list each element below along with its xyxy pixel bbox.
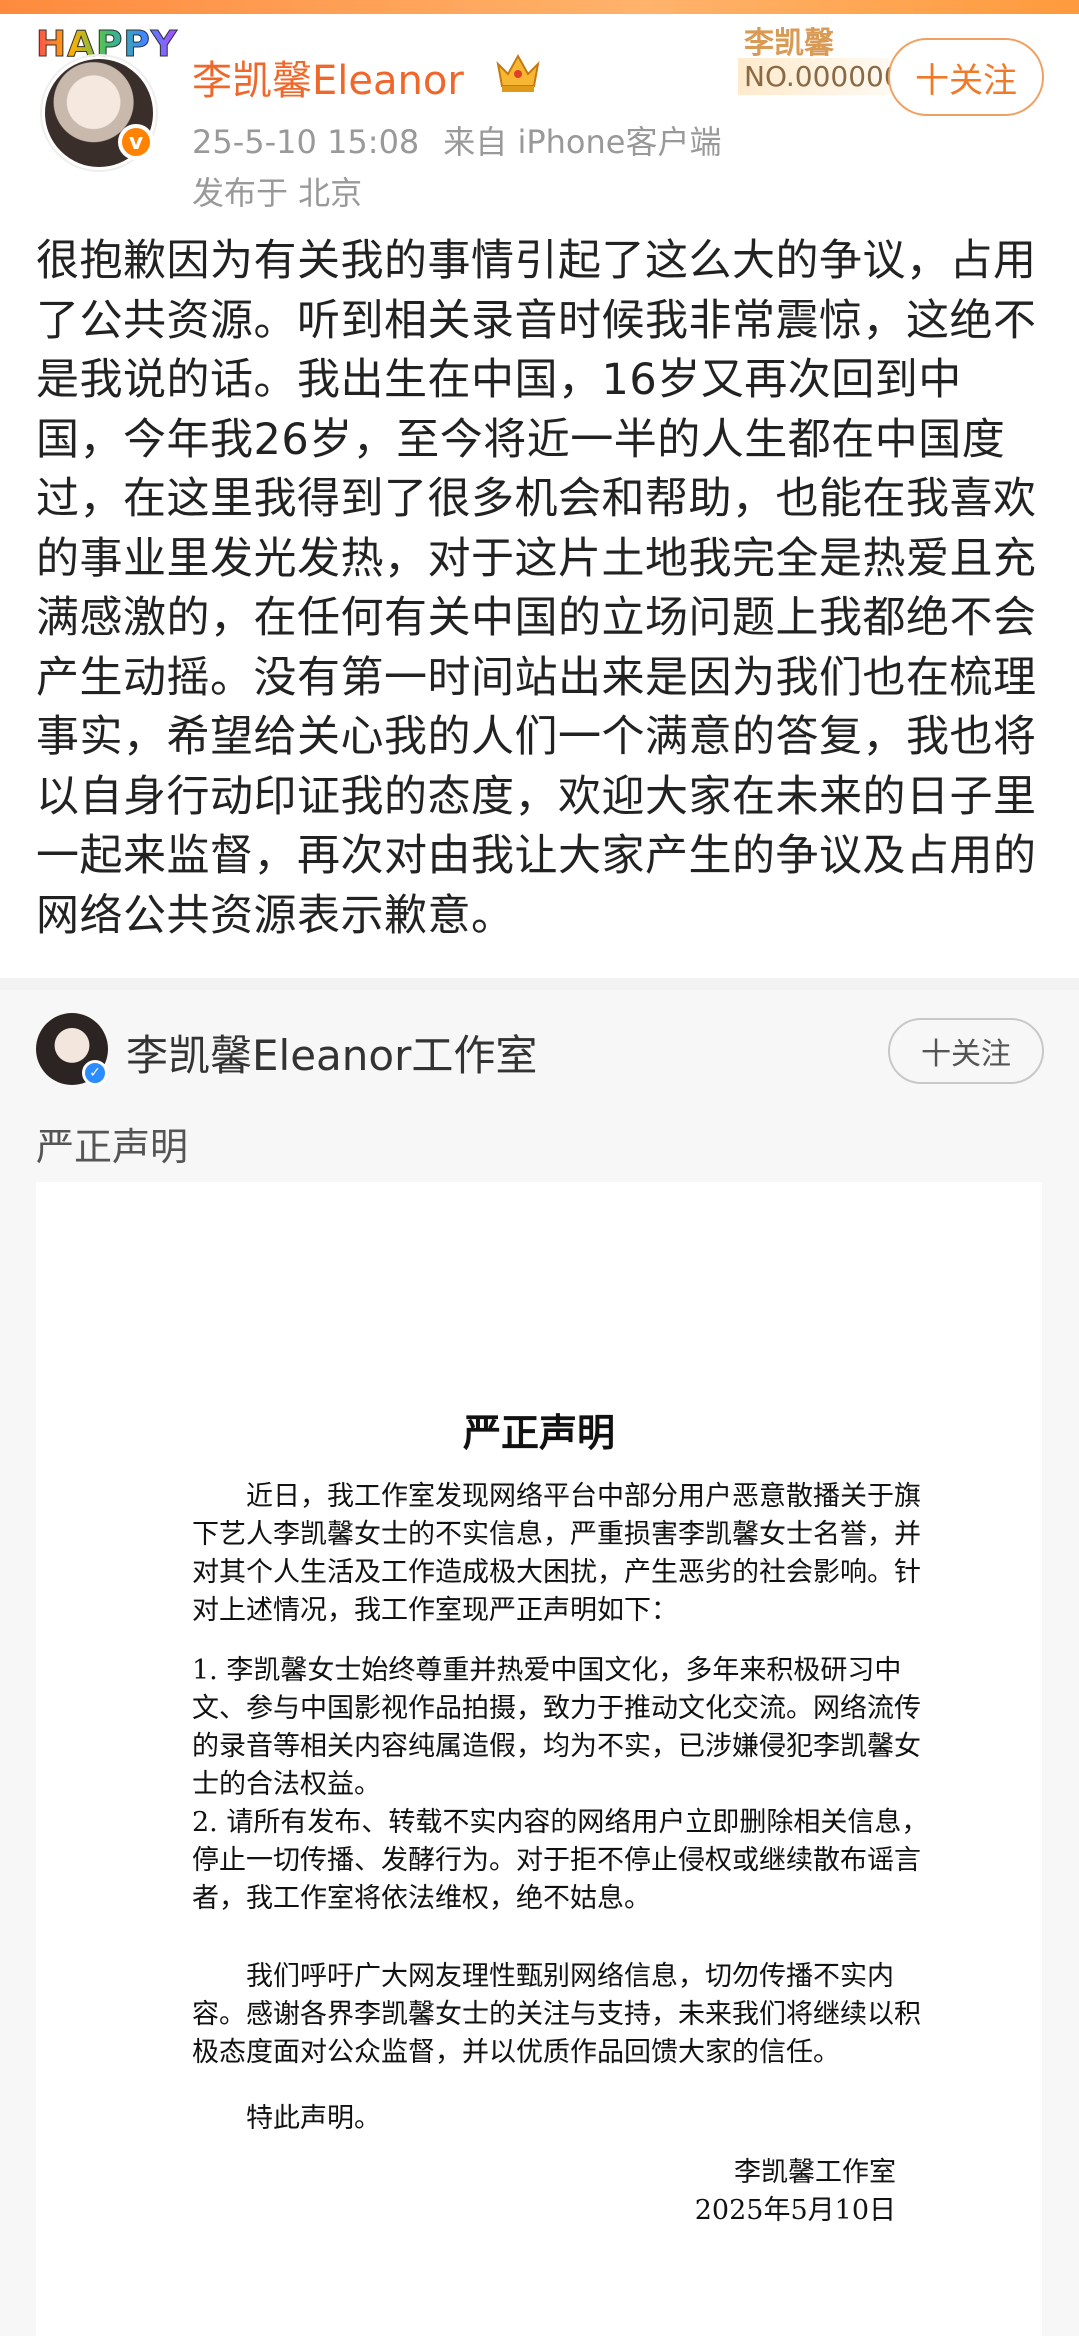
repost-follow-button[interactable]: 十关注 (888, 1018, 1044, 1084)
statement-signature: 李凯馨工作室 (734, 2157, 896, 2188)
divider (0, 978, 1079, 990)
verified-icon: v (118, 124, 154, 160)
statement-image[interactable]: 严正声明 近日，我工作室发现网络平台中部分用户恶意散播关于旗下艺人李凯馨女士的不… (36, 1182, 1042, 2336)
repost-text: 严正声明 (36, 1125, 189, 1169)
statement-date: 2025年5月10日 (694, 2195, 896, 2226)
post-meta: 25-5-10 15:08 来自 iPhone客户端 (192, 117, 745, 163)
statement-closing: 特此声明。 (246, 2103, 381, 2134)
author-avatar-group[interactable]: HAPPY v (36, 24, 177, 170)
post-timestamp: 25-5-10 15:08 (192, 123, 420, 161)
statement-paragraph-1: 近日，我工作室发现网络平台中部分用户恶意散播关于旗下艺人李凯馨女士的不实信息，严… (192, 1481, 921, 1626)
statement-title: 严正声明 (462, 1410, 615, 1455)
statement-paragraph-2: 我们呼吁广大网友理性甄别网络信息，切勿传播不实内容。感谢各界李凯馨女士的关注与支… (192, 1961, 921, 2068)
post-body-text: 很抱歉因为有关我的事情引起了这么大的争议，占用了公共资源。听到相关录音时候我非常… (36, 236, 1037, 941)
repost-author-name[interactable]: 李凯馨Eleanor工作室 (126, 1022, 537, 1083)
fan-card[interactable]: 李凯馨 NO.000000 (738, 18, 910, 102)
post-author-name[interactable]: 李凯馨Eleanor (192, 48, 464, 106)
top-gradient-bar (0, 0, 1079, 14)
crown-icon (496, 53, 540, 92)
follow-button[interactable]: 十关注 (888, 38, 1044, 116)
verified-blue-icon: ✓ (82, 1060, 108, 1086)
fan-card-name: 李凯馨 (744, 26, 834, 61)
statement-item-1: 1. 李凯馨女士始终尊重并热爱中国文化，多年来积极研习中文、参与中国影视作品拍摄… (192, 1655, 921, 1800)
fan-card-number: NO.000000 (738, 58, 908, 95)
post-source[interactable]: 来自 iPhone客户端 (443, 123, 721, 161)
statement-item-2: 2. 请所有发布、转载不实内容的网络用户立即删除相关信息，停止一切传播、发酵行为… (192, 1807, 929, 1914)
post-location: 发布于 北京 (192, 174, 363, 212)
